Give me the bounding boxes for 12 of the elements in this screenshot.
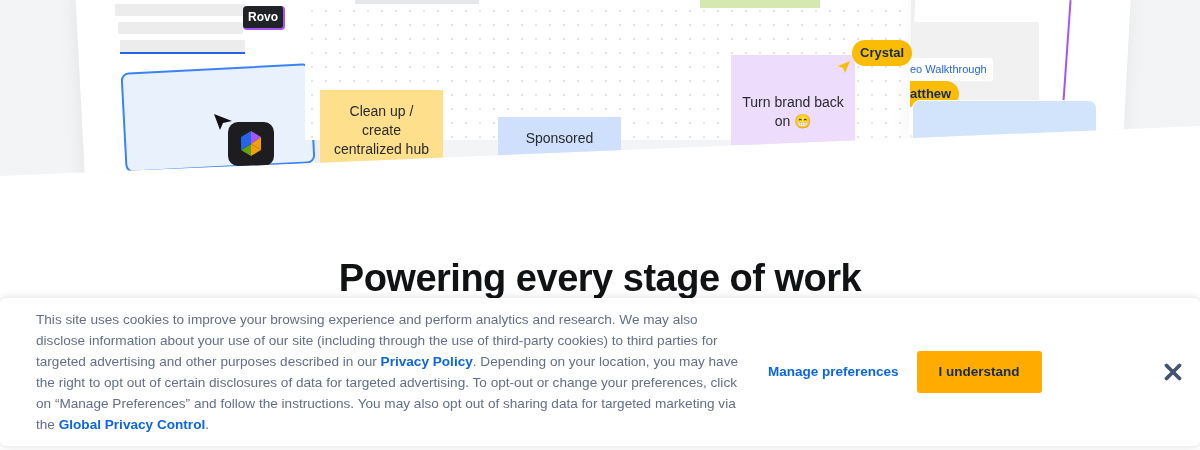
cookie-notice-text: This site uses cookies to improve your browsing experience and perform analytics and research. We may also disclose information about your use of our site (including through the use of third-party cookies) to third parties for targeted advertising and other purposes described in our Privacy Policy. Depending on your location, you may have the right to opt out of certain disclosures of data for targeted advertising. To opt-out or change your preferences, click on “Manage Preferences” and follow the instructions. You may also opt out of sharing data for targeted marketing via the Global Privacy Control. <box>36 311 740 434</box>
rovo-logo-icon <box>228 122 274 166</box>
rovo-tag: Rovo <box>243 6 285 30</box>
video-chip: eo Walkthrough <box>910 58 993 81</box>
sticky-note: Turn brand back on 😁 <box>731 55 855 145</box>
manage-preferences-link[interactable]: Manage preferences <box>768 361 899 383</box>
cursor-icon <box>837 60 851 74</box>
cursor-name-tag: Crystal <box>852 40 913 66</box>
accept-button[interactable]: I understand <box>916 351 1042 393</box>
cursor-icon <box>213 113 233 131</box>
section-heading: Powering every stage of work <box>338 258 862 298</box>
policy-link[interactable]: Privacy Policy <box>380 354 473 369</box>
